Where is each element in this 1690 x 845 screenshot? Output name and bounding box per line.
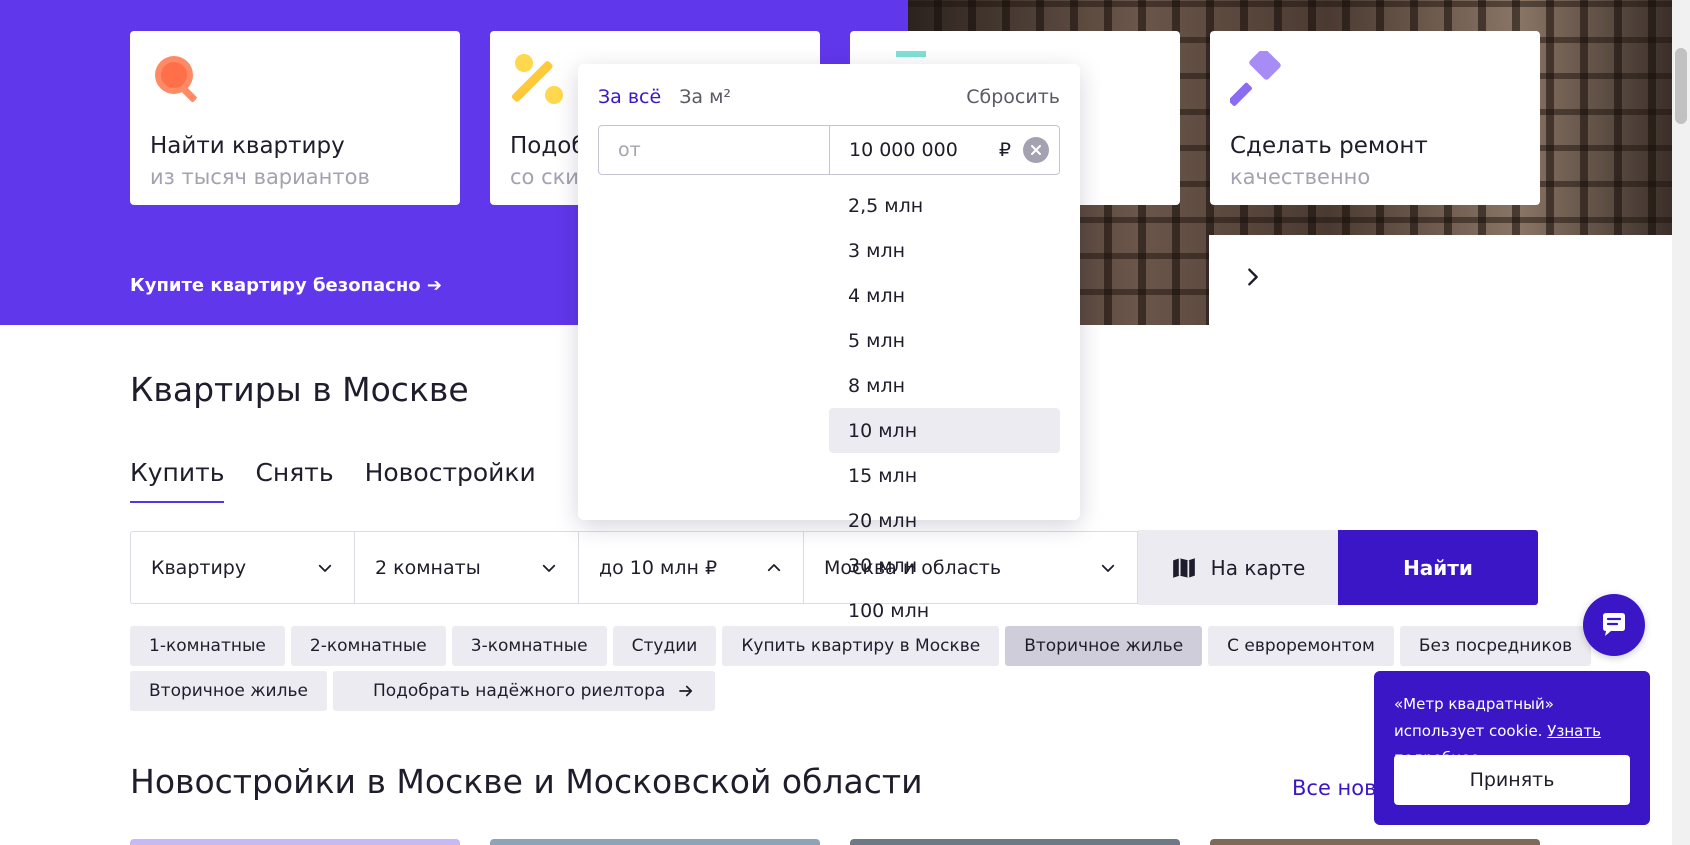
chip-2-room[interactable]: 2-комнатные	[290, 626, 446, 666]
chip-3-room[interactable]: 3-комнатные	[451, 626, 607, 666]
chip-find-realtor-label: Подобрать надёжного риелтора	[372, 681, 666, 701]
scrollbar-thumb[interactable]	[1675, 48, 1687, 124]
chevron-down-icon	[1101, 564, 1115, 572]
find-button[interactable]: Найти	[1338, 530, 1538, 605]
price-option[interactable]: 100 млн	[829, 588, 1060, 633]
map-button-label: На карте	[1210, 555, 1306, 580]
price-to-field: ₽	[830, 126, 1059, 174]
chat-icon	[1603, 613, 1625, 636]
price-option[interactable]: 30 млн	[829, 543, 1060, 588]
price-option[interactable]: 8 млн	[829, 363, 1060, 408]
feature-card-subtitle: качественно	[1230, 165, 1371, 189]
feature-card-title: Сделать ремонт	[1230, 133, 1428, 159]
feature-card-subtitle: из тысяч вариантов	[150, 165, 370, 189]
feature-card-title: Найти квартиру	[150, 133, 345, 159]
chip-no-agents[interactable]: Без посредников	[1399, 626, 1592, 666]
price-option[interactable]: 3 млн	[829, 228, 1060, 273]
listing-card[interactable]	[130, 839, 460, 845]
price-select[interactable]: до 10 млн ₽	[578, 531, 803, 604]
chevron-down-icon	[542, 564, 556, 572]
safe-purchase-link[interactable]: Купите квартиру безопасно ➔	[130, 275, 442, 296]
property-type-select[interactable]: Квартиру	[130, 531, 354, 604]
percent-icon	[510, 51, 566, 107]
price-option[interactable]: 2,5 млн	[829, 183, 1060, 228]
price-mode-tabs: За всё За м²	[598, 86, 731, 108]
price-option[interactable]: 20 млн	[829, 498, 1060, 543]
clear-button[interactable]	[1023, 137, 1049, 163]
page-scrollbar[interactable]	[1672, 0, 1690, 845]
price-value: до 10 млн ₽	[599, 556, 718, 579]
reset-button[interactable]: Сбросить	[966, 86, 1060, 108]
quick-filters-row-2: Вторичное жилье Подобрать надёжного риел…	[130, 671, 716, 711]
carousel-next-button[interactable]	[1238, 262, 1268, 292]
chip-find-realtor[interactable]: Подобрать надёжного риелтора	[332, 671, 716, 711]
property-type-value: Квартиру	[151, 556, 247, 579]
deal-type-tabs: Купить Снять Новостройки	[130, 458, 536, 503]
price-option[interactable]: 4 млн	[829, 273, 1060, 318]
price-range-inputs: ₽	[598, 125, 1060, 175]
listing-card[interactable]	[490, 839, 820, 845]
price-option[interactable]: 5 млн	[829, 318, 1060, 363]
carousel-nav-panel	[1209, 235, 1672, 325]
magnifier-icon	[150, 51, 206, 107]
chevron-right-icon	[1248, 268, 1258, 286]
feature-card-find-apartment[interactable]: Найти квартиру из тысяч вариантов	[130, 31, 460, 205]
arrow-right-icon	[679, 685, 693, 697]
currency-label: ₽	[998, 139, 1011, 161]
cookie-accept-button[interactable]: Принять	[1394, 755, 1630, 805]
chat-button[interactable]	[1583, 594, 1645, 656]
listing-card[interactable]	[850, 839, 1180, 845]
price-dropdown: За всё За м² Сбросить ₽ 2,5 млн 3 млн 4 …	[578, 64, 1080, 622]
show-on-map-button[interactable]: На карте	[1138, 530, 1338, 605]
chip-euro-renovation[interactable]: С евроремонтом	[1208, 626, 1394, 666]
listing-card[interactable]	[1210, 839, 1540, 845]
tab-price-per-m2[interactable]: За м²	[679, 86, 731, 108]
tab-new-buildings[interactable]: Новостройки	[365, 458, 536, 503]
chip-secondary-2[interactable]: Вторичное жилье	[130, 671, 327, 711]
page-title: Квартиры в Москве	[130, 370, 469, 409]
map-icon	[1172, 557, 1195, 578]
new-buildings-title: Новостройки в Москве и Московской област…	[130, 762, 923, 801]
tab-rent[interactable]: Снять	[255, 458, 333, 503]
feature-card-renovation[interactable]: Сделать ремонт качественно	[1210, 31, 1540, 205]
price-option-selected[interactable]: 10 млн	[829, 408, 1060, 453]
price-to-input[interactable]	[849, 139, 999, 161]
tab-buy[interactable]: Купить	[130, 458, 225, 503]
price-options-list: 2,5 млн 3 млн 4 млн 5 млн 8 млн 10 млн 1…	[829, 183, 1060, 633]
close-icon	[1031, 145, 1041, 155]
rooms-value: 2 комнаты	[375, 556, 481, 579]
paint-roller-icon	[1228, 48, 1286, 107]
rooms-select[interactable]: 2 комнаты	[354, 531, 578, 604]
chevron-up-icon	[767, 563, 781, 571]
price-from-input[interactable]	[599, 126, 830, 174]
chevron-down-icon	[318, 564, 332, 572]
tab-total-price[interactable]: За всё	[598, 86, 661, 108]
cookie-message: «Метр квадратный» использует cookie.	[1394, 695, 1554, 740]
chip-studios[interactable]: Студии	[612, 626, 717, 666]
chip-1-room[interactable]: 1-комнатные	[130, 626, 285, 666]
price-option[interactable]: 15 млн	[829, 453, 1060, 498]
cookie-banner: «Метр квадратный» использует cookie. Узн…	[1374, 671, 1650, 825]
